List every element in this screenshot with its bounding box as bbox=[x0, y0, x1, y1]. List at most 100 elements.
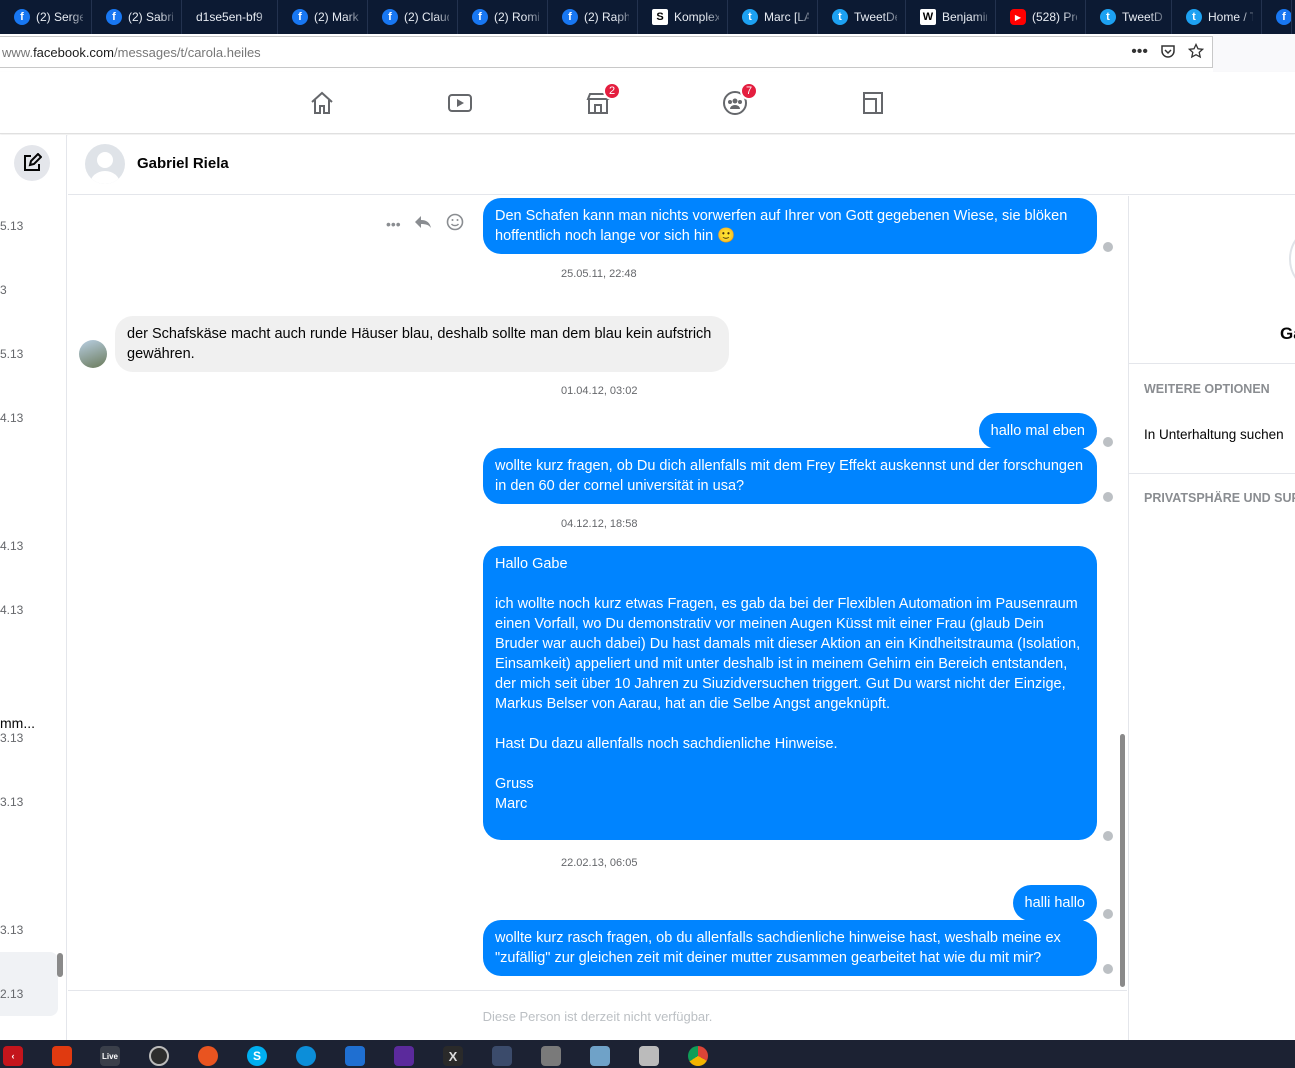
marketplace-icon[interactable]: 2 bbox=[583, 82, 621, 118]
outgoing-message[interactable]: halli hallo bbox=[1012, 885, 1097, 921]
edge-icon[interactable] bbox=[296, 1046, 316, 1066]
chat-list-scrollbar[interactable] bbox=[57, 953, 63, 977]
message-timestamp: 22.02.13, 06:05 bbox=[561, 857, 638, 869]
url-path: /messages/t/carola.heiles bbox=[114, 44, 261, 60]
watch-icon[interactable] bbox=[445, 88, 475, 118]
message-timestamp: 25.05.11, 22:48 bbox=[561, 268, 637, 280]
groups-icon[interactable]: 7 bbox=[720, 82, 758, 118]
url-domain: facebook.com bbox=[33, 44, 114, 60]
url-prefix: www. bbox=[2, 44, 34, 60]
message-timestamp: 01.04.12, 03:02 bbox=[561, 385, 638, 397]
info-panel-avatar[interactable] bbox=[1289, 224, 1295, 294]
chat-list-sidebar: 5.13 3 5.13 4.13 4.13 4.13 mm... 3.13 3.13 3.13 2.… bbox=[0, 135, 67, 1040]
more-options-heading[interactable]: WEITERE OPTIONEN bbox=[1144, 382, 1270, 396]
app-icon-hexagon[interactable] bbox=[52, 1046, 72, 1066]
compose-icon bbox=[24, 153, 42, 171]
app-icon-inkscape[interactable] bbox=[639, 1046, 659, 1066]
browser-tab[interactable]: S Komplex bbox=[638, 0, 728, 34]
ableton-live-icon[interactable]: Live bbox=[100, 1046, 120, 1066]
skype-icon[interactable]: S bbox=[247, 1046, 267, 1066]
chat-row-date: mm... bbox=[0, 715, 35, 731]
selected-chat-row[interactable] bbox=[0, 952, 58, 1016]
url-text[interactable]: www.facebook.com/messages/t/carola.heile… bbox=[0, 45, 261, 60]
app-icon-purple[interactable] bbox=[394, 1046, 414, 1066]
app-icon-dev[interactable] bbox=[492, 1046, 512, 1066]
conversation-info-panel: Ga WEITERE OPTIONEN In Unterhaltung such… bbox=[1128, 196, 1295, 1040]
toolbar-spacer bbox=[1213, 34, 1295, 72]
browser-tab[interactable]: d1se5en-bf9 bbox=[182, 0, 278, 34]
contact-avatar[interactable] bbox=[85, 144, 125, 184]
search-in-conversation-item[interactable]: In Unterhaltung suchen bbox=[1144, 427, 1284, 442]
chat-row-date: 5.13 bbox=[0, 347, 24, 361]
home-icon[interactable] bbox=[307, 88, 337, 118]
outgoing-message[interactable]: wollte kurz fragen, ob Du dich allenfall… bbox=[483, 448, 1097, 504]
bookmark-star-icon[interactable] bbox=[1187, 42, 1205, 64]
contact-name[interactable]: Gabriel Riela bbox=[137, 155, 229, 172]
chat-row-date: 2.13 bbox=[0, 987, 24, 1001]
browser-tab[interactable]: f bbox=[1262, 0, 1292, 34]
browser-tab[interactable]: f(2) Rapha bbox=[548, 0, 638, 34]
address-bar[interactable]: www.facebook.com/messages/t/carola.heile… bbox=[0, 36, 1213, 68]
browser-tab[interactable]: t Home / T bbox=[1172, 0, 1262, 34]
unavailable-notice: Diese Person ist derzeit nicht verfügbar… bbox=[68, 990, 1127, 1040]
twitter-icon: t bbox=[832, 9, 848, 25]
browser-tab[interactable]: f (2) Claud bbox=[368, 0, 458, 34]
sender-avatar[interactable] bbox=[79, 340, 107, 368]
facebook-icon: f bbox=[382, 9, 398, 25]
twitter-icon: t bbox=[742, 9, 758, 25]
facebook-top-nav: 2 7 bbox=[0, 72, 1295, 134]
browser-tab[interactable]: f(2) Sabrin bbox=[92, 0, 182, 34]
page-actions-icon[interactable]: ••• bbox=[1131, 43, 1148, 64]
pocket-icon[interactable] bbox=[1160, 43, 1176, 64]
react-emoji-icon[interactable] bbox=[445, 212, 465, 237]
browser-tab[interactable]: tTweetDec bbox=[1086, 0, 1172, 34]
info-panel-name: Ga bbox=[1280, 324, 1295, 343]
ubuntu-icon[interactable] bbox=[198, 1046, 218, 1066]
app-icon-red-arrow[interactable]: ‹ bbox=[3, 1046, 23, 1066]
chat-row-date: 3 bbox=[0, 283, 7, 297]
facebook-icon: f bbox=[472, 9, 488, 25]
seen-indicator bbox=[1103, 242, 1113, 252]
app-icon-grid[interactable] bbox=[541, 1046, 561, 1066]
facebook-icon: f bbox=[562, 9, 578, 25]
new-message-button[interactable] bbox=[14, 145, 50, 181]
chat-row-date: 4.13 bbox=[0, 539, 24, 553]
gaming-icon[interactable] bbox=[858, 88, 888, 118]
outgoing-message[interactable]: wollte kurz rasch fragen, ob du allenfal… bbox=[483, 920, 1097, 976]
outgoing-message[interactable]: Den Schafen kann man nichts vorwerfen au… bbox=[483, 198, 1097, 254]
incoming-message[interactable]: der Schafskäse macht auch runde Häuser b… bbox=[115, 316, 729, 372]
browser-tab[interactable]: WBenjamin bbox=[906, 0, 996, 34]
youtube-icon: ▶ bbox=[1010, 9, 1026, 25]
browser-tab-bar: f(2) Sergef(2) Sabrin d1se5en-bf9 f(2) Mar… bbox=[0, 0, 1295, 34]
facebook-icon: f bbox=[106, 9, 122, 25]
x-app-icon[interactable]: X bbox=[443, 1046, 463, 1066]
outgoing-message[interactable]: hallo mal eben bbox=[978, 413, 1097, 449]
outgoing-message[interactable]: Hallo Gabe ich wollte noch kurz etwas Fr… bbox=[483, 546, 1097, 840]
more-options-icon[interactable]: ••• bbox=[386, 212, 401, 237]
conversation-header: Gabriel Riela bbox=[68, 135, 1295, 195]
message-list: ••• Den Schafen kann man nichts vorwerfe… bbox=[68, 196, 1127, 989]
groups-badge: 7 bbox=[740, 82, 758, 100]
chat-row-date: 5.13 bbox=[0, 219, 24, 233]
browser-tab[interactable]: f(2) Romin bbox=[458, 0, 548, 34]
browser-tab[interactable]: t Marc [LA bbox=[728, 0, 818, 34]
reply-icon[interactable] bbox=[413, 212, 433, 237]
seen-indicator bbox=[1103, 909, 1113, 919]
chrome-icon[interactable] bbox=[688, 1046, 708, 1066]
browser-tab[interactable]: f(2) Marku bbox=[278, 0, 368, 34]
browser-tab[interactable]: f (2) Serge bbox=[0, 0, 92, 34]
chat-row-date: 4.13 bbox=[0, 603, 24, 617]
browser-tab[interactable]: ▶(528) Pro bbox=[996, 0, 1086, 34]
divider bbox=[1129, 363, 1295, 364]
app-icon-notes[interactable] bbox=[590, 1046, 610, 1066]
obs-icon[interactable] bbox=[149, 1046, 169, 1066]
twitter-icon: t bbox=[1100, 9, 1116, 25]
message-timestamp: 04.12.12, 18:58 bbox=[561, 518, 638, 530]
cloud-app-icon[interactable] bbox=[345, 1046, 365, 1066]
message-list-scrollbar[interactable] bbox=[1120, 734, 1125, 987]
facebook-icon: f bbox=[14, 9, 30, 25]
privacy-support-heading[interactable]: PRIVATSPHÄRE UND SUP bbox=[1144, 491, 1295, 505]
seen-indicator bbox=[1103, 492, 1113, 502]
browser-tab[interactable]: tTweetDec bbox=[818, 0, 906, 34]
browser-tab-label: d1se5en-bf9 bbox=[196, 10, 263, 24]
